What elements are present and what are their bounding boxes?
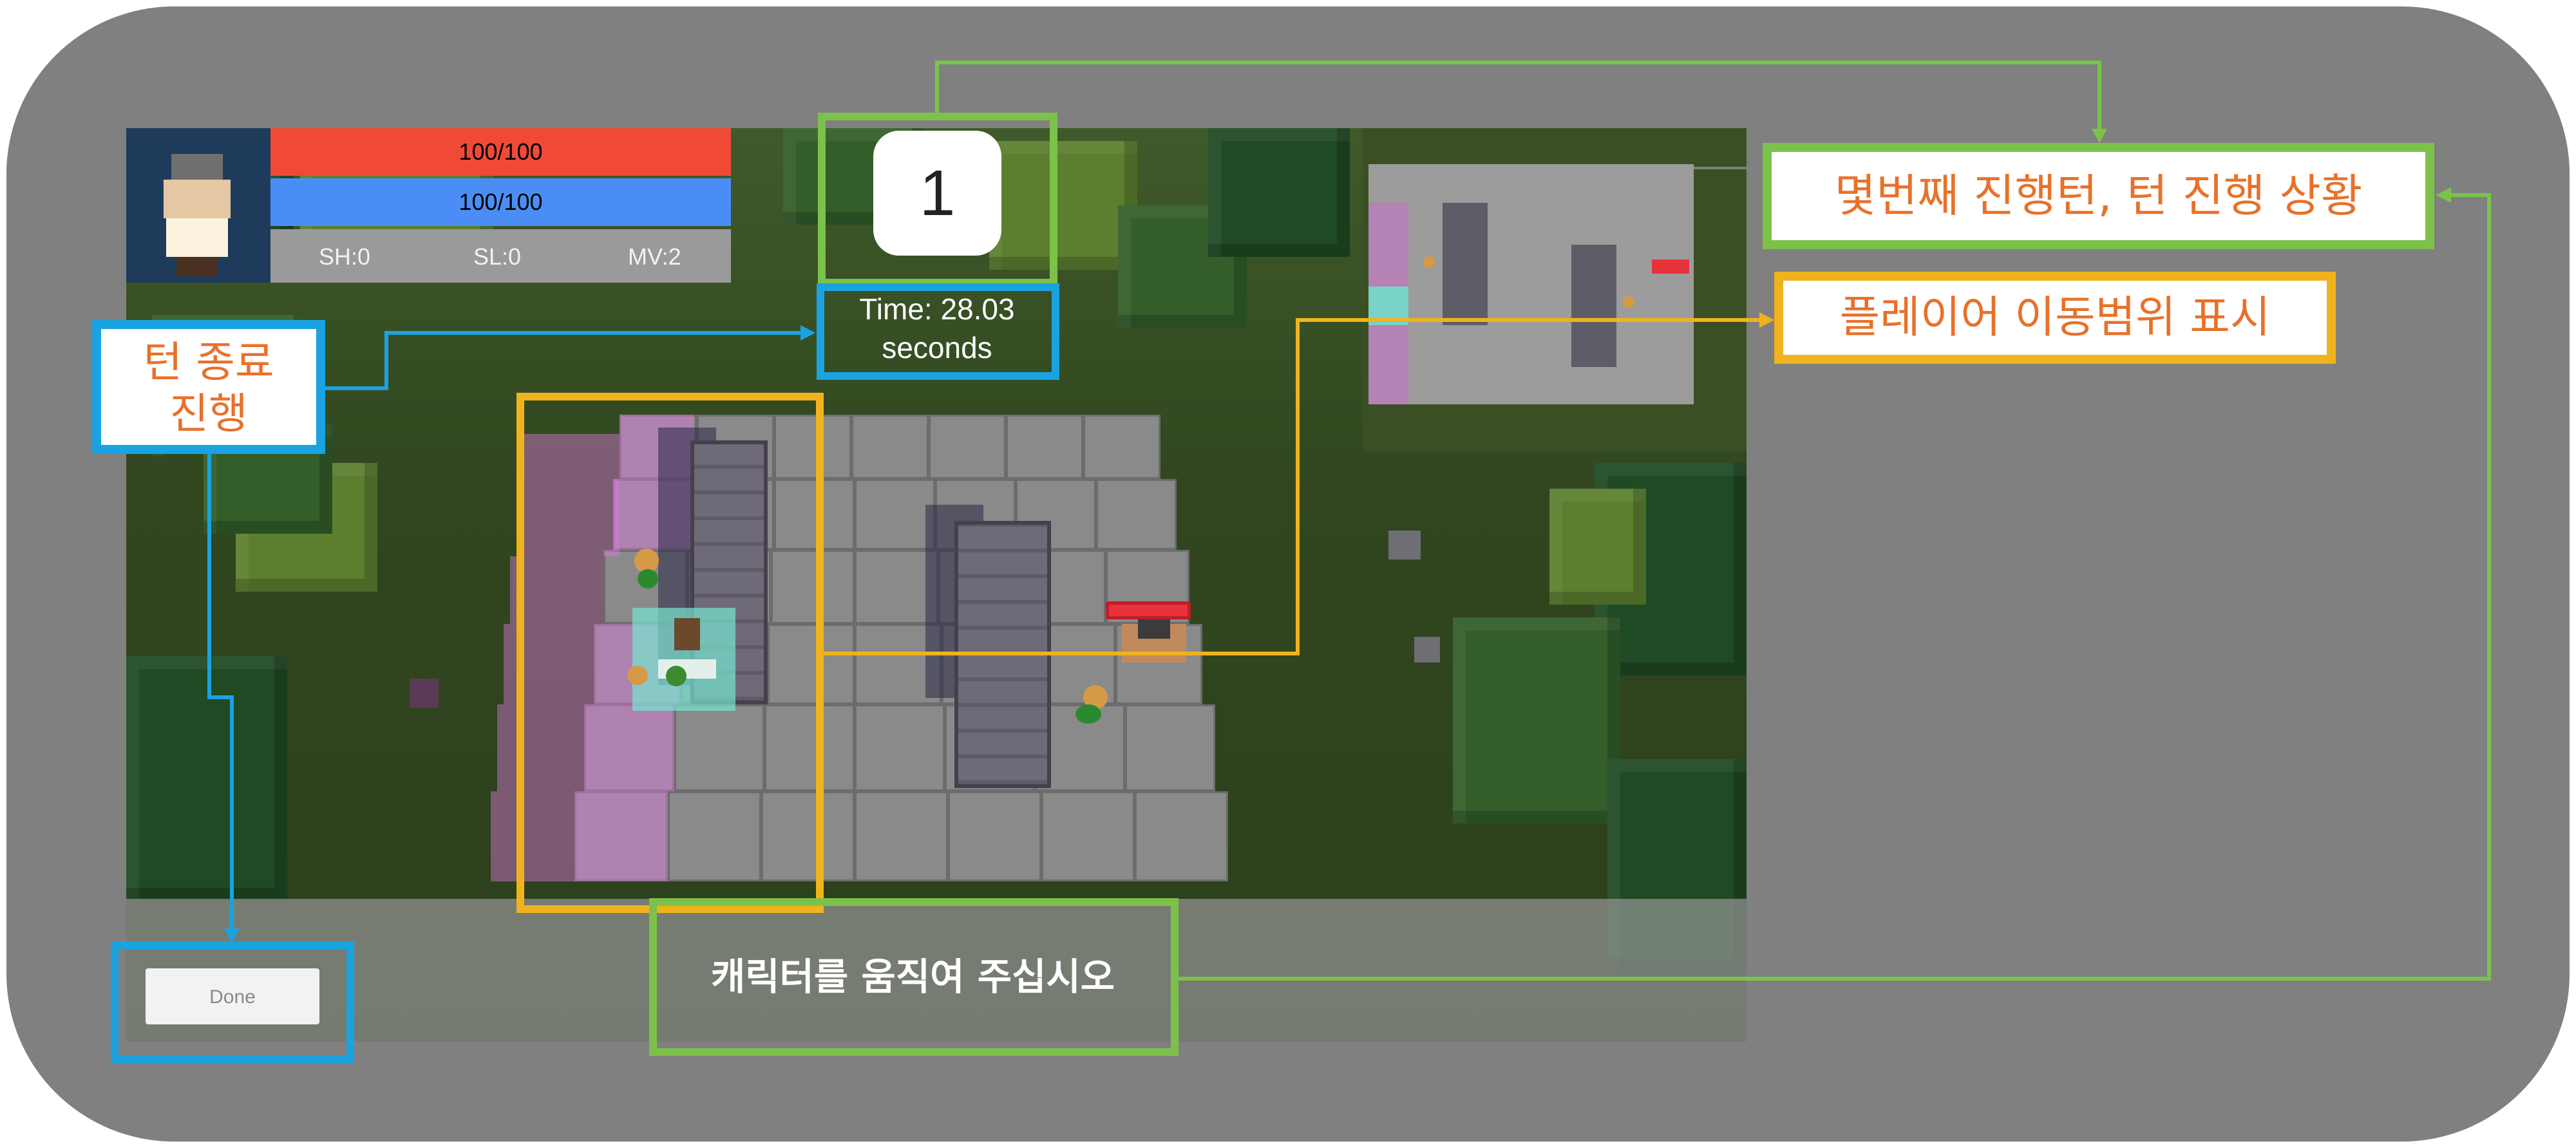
connector-turn <box>935 61 2101 138</box>
arrowhead <box>2092 129 2107 143</box>
callout-end-turn: 턴 종료 진행 <box>92 320 325 454</box>
callout-end-turn-line1: 턴 종료 <box>143 337 274 387</box>
connector-end-turn <box>207 454 234 937</box>
arrowhead <box>1759 312 1774 328</box>
connector-move-range <box>824 318 1768 655</box>
arrowhead <box>800 325 815 341</box>
arrowhead <box>2436 187 2451 203</box>
callout-move-range: 플레이어 이동범위 표시 <box>1774 272 2336 364</box>
callout-turn-status: 몇번째 진행턴, 턴 진행 상황 <box>1763 143 2434 249</box>
arrowhead <box>224 928 240 943</box>
connector-timer <box>325 331 808 390</box>
callout-end-turn-line2: 진행 <box>169 389 248 438</box>
